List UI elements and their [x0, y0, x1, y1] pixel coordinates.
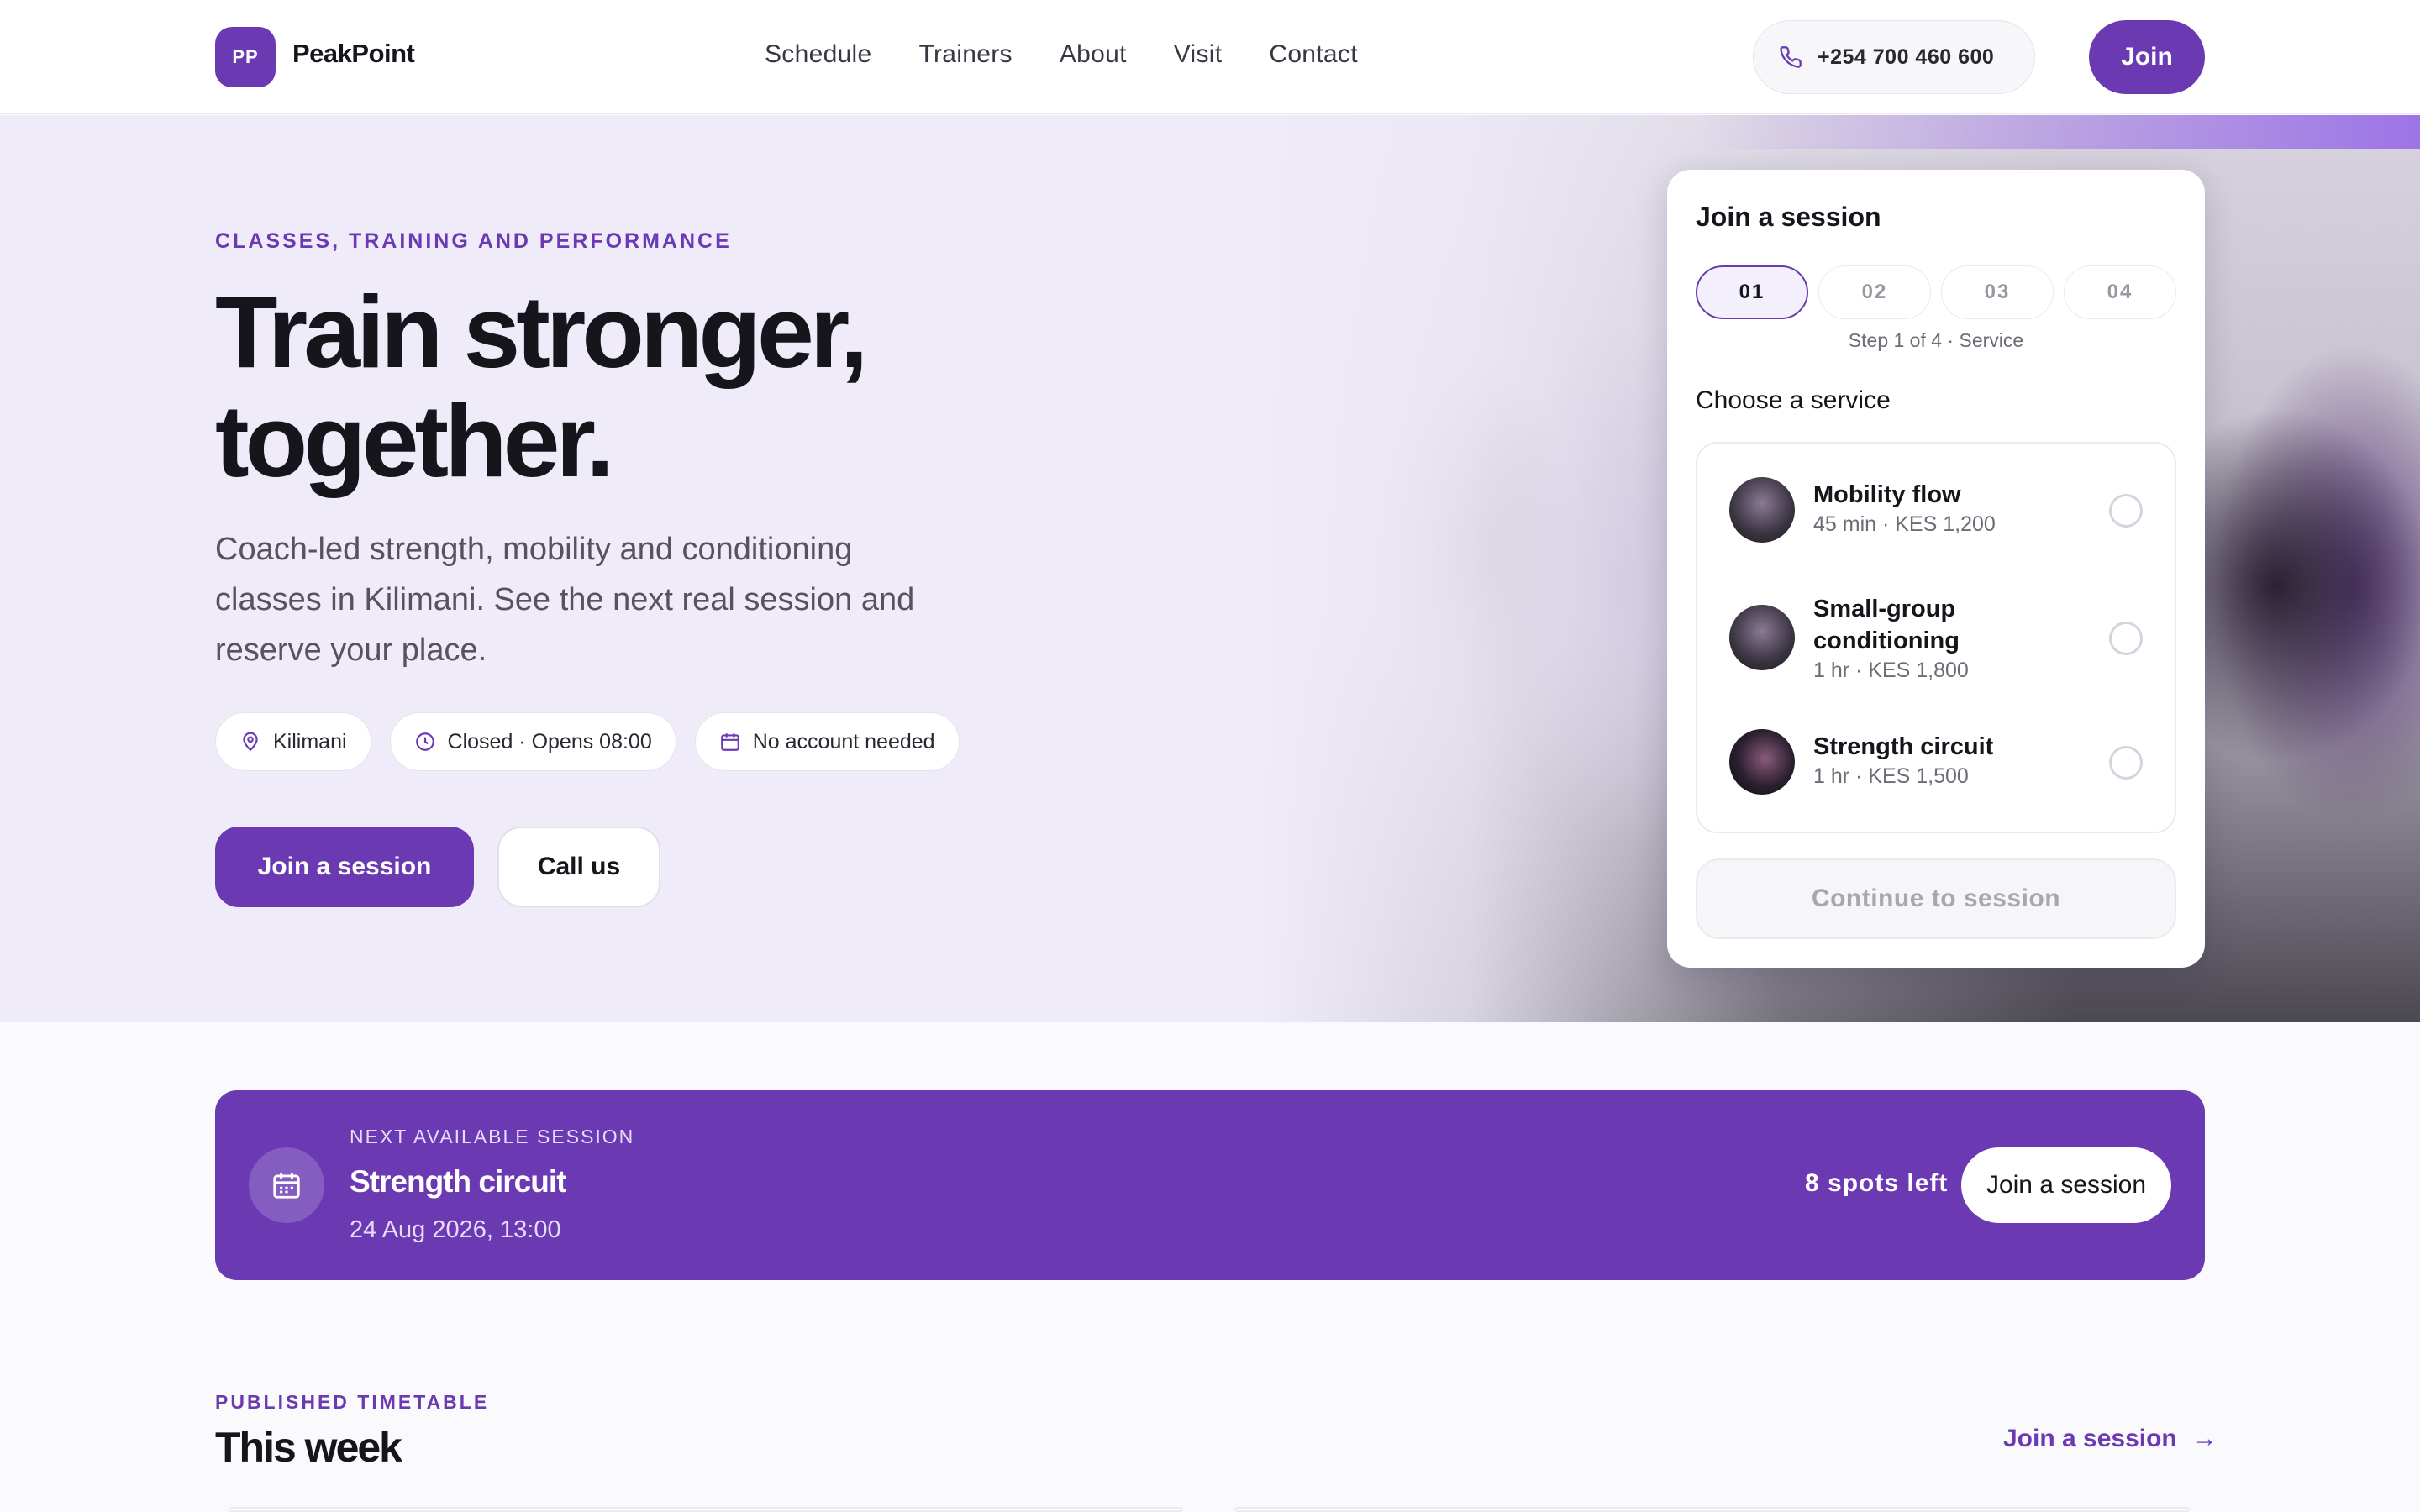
timetable-title: This week [215, 1424, 402, 1471]
brand-name[interactable]: PeakPoint [292, 39, 415, 69]
hero-join-button[interactable]: Join a session [215, 827, 474, 907]
next-session-join-button[interactable]: Join a session [1961, 1147, 2171, 1223]
service-radio[interactable] [2109, 746, 2143, 780]
next-session-datetime: 24 Aug 2026, 13:00 [350, 1216, 561, 1243]
map-pin-icon [243, 732, 258, 752]
header-join-button[interactable]: Join [2089, 20, 2205, 94]
booking-card: Join a session 01 02 03 04 Step 1 of 4 ·… [1667, 170, 2205, 968]
next-session-eyebrow: NEXT AVAILABLE SESSION [350, 1126, 635, 1147]
arrow-right-icon: → [2191, 1425, 2217, 1452]
service-thumbnail [1729, 729, 1795, 795]
phone-button[interactable]: +254 700 460 600 [1753, 20, 2035, 94]
step-2[interactable]: 02 [1818, 265, 1931, 319]
timetable-eyebrow: PUBLISHED TIMETABLE [215, 1391, 490, 1413]
hero-title-line-1: Train stronger, [215, 275, 868, 389]
step-caption: Step 1 of 4 · Service [1848, 329, 2024, 351]
timetable-card [229, 1507, 1183, 1512]
phone-icon [1780, 46, 1802, 68]
hero-title-line-2: together. [215, 384, 614, 498]
nav-contact[interactable]: Contact [1269, 40, 1358, 69]
booking-title: Join a session [1696, 202, 1881, 232]
calendar-icon [249, 1147, 324, 1223]
booking-steps: 01 02 03 04 [1696, 265, 2176, 319]
service-option-mobility[interactable]: Mobility flow 45 min · KES 1,200 [1697, 477, 2178, 544]
nav-trainers[interactable]: Trainers [919, 40, 1013, 69]
service-name: Mobility flow [1813, 481, 1961, 508]
service-meta: 45 min · KES 1,200 [1813, 512, 1996, 536]
choose-service-label: Choose a service [1696, 386, 1891, 414]
next-session-title: Strength circuit [350, 1164, 566, 1199]
hero-chips: Kilimani Closed · Opens 08:00 No account… [215, 712, 960, 771]
service-meta: 1 hr · KES 1,800 [1813, 659, 1969, 682]
continue-button[interactable]: Continue to session [1696, 858, 2176, 939]
chip-location: Kilimani [215, 712, 371, 771]
chip-hours-label: Closed · Opens 08:00 [447, 729, 652, 753]
hero-lead: Coach-led strength, mobility and conditi… [215, 532, 915, 668]
service-list: Mobility flow 45 min · KES 1,200 Small-g… [1696, 442, 2176, 833]
nav-visit[interactable]: Visit [1174, 40, 1223, 69]
chip-account: No account needed [694, 712, 960, 771]
chip-account-label: No account needed [752, 729, 935, 753]
step-4[interactable]: 04 [2064, 265, 2176, 319]
hero-eyebrow: CLASSES, TRAINING AND PERFORMANCE [215, 229, 732, 253]
service-radio[interactable] [2109, 622, 2143, 655]
chip-hours: Closed · Opens 08:00 [389, 712, 676, 771]
hero-call-button[interactable]: Call us [497, 827, 660, 907]
spots-left: 8 spots left [1805, 1169, 1949, 1197]
service-option-strength[interactable]: Strength circuit 1 hr · KES 1,500 [1697, 729, 2178, 796]
service-name: Small-group conditioning [1813, 596, 1960, 654]
nav-schedule[interactable]: Schedule [765, 40, 872, 69]
clock-icon [415, 732, 434, 751]
service-thumbnail [1729, 477, 1795, 543]
phone-number: +254 700 460 600 [1818, 45, 1995, 69]
nav-about[interactable]: About [1060, 40, 1127, 69]
service-meta: 1 hr · KES 1,500 [1813, 764, 1969, 788]
hero-section: CLASSES, TRAINING AND PERFORMANCE Train … [0, 115, 2420, 1022]
service-radio[interactable] [2109, 494, 2143, 528]
timetable-card [1235, 1507, 2190, 1512]
site-header: PP PeakPoint Schedule Trainers About Vis… [0, 0, 2420, 114]
timetable-join-label: Join a session [2003, 1425, 2177, 1452]
next-session-banner: NEXT AVAILABLE SESSION Strength circuit … [215, 1090, 2205, 1280]
chip-location-label: Kilimani [273, 729, 347, 753]
timetable-join-link[interactable]: Join a session → [2003, 1425, 2217, 1453]
logo-badge[interactable]: PP [215, 27, 276, 87]
hero-title: Train stronger, together. [215, 277, 971, 496]
service-thumbnail [1729, 605, 1795, 670]
step-1[interactable]: 01 [1696, 265, 1808, 319]
calendar-icon [720, 733, 739, 751]
main-nav: Schedule Trainers About Visit Contact [765, 40, 1358, 69]
service-option-conditioning[interactable]: Small-group conditioning 1 hr · KES 1,80… [1697, 593, 2178, 685]
service-name: Strength circuit [1813, 733, 1994, 760]
step-3[interactable]: 03 [1941, 265, 2054, 319]
